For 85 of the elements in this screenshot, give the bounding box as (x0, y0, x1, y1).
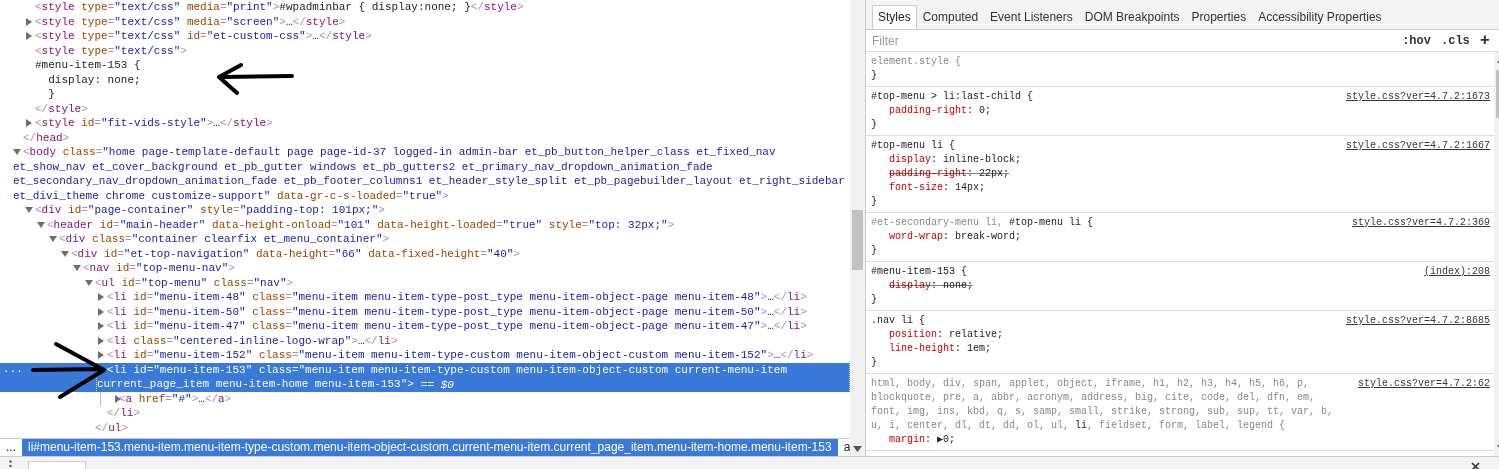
dom-node[interactable]: <li class="centered-inline-logo-wrap">…</li> (107, 333, 398, 348)
css-declaration[interactable]: word-wrap: break-word; (889, 231, 1022, 242)
dom-close-tag[interactable]: </ul> (95, 421, 128, 434)
collapsed-triangle-icon[interactable] (25, 17, 33, 26)
source-link[interactable]: style.css?ver=4.7.2:1673 (1346, 90, 1491, 104)
css-declaration[interactable]: position: relative; (889, 329, 1004, 340)
dom-node[interactable]: <nav id="top-menu-nav"> (83, 261, 235, 276)
closing-brace: } (871, 357, 877, 368)
tab[interactable]: Event Listeners (984, 5, 1079, 29)
tab[interactable]: Styles (872, 5, 917, 29)
css-selector: .nav li { (871, 314, 926, 328)
dom-close-tag[interactable]: </style> (35, 102, 88, 115)
expanded-triangle-icon[interactable] (13, 148, 21, 156)
source-link[interactable]: style.css?ver=4.7.2:369 (1352, 216, 1491, 230)
collapsed-triangle-icon[interactable] (25, 32, 33, 40)
source-link[interactable]: style.css?ver=4.7.2:8685 (1346, 314, 1491, 328)
breadcrumb-item[interactable]: a (837, 439, 850, 456)
dom-node[interactable]: <div class="container clearfix et_menu_container"> (59, 232, 390, 247)
css-selector: #menu-item-153 { (871, 265, 968, 279)
expanded-triangle-icon[interactable] (25, 206, 33, 214)
source-link[interactable]: style.css?ver=4.7.2:1667 (1346, 139, 1491, 153)
collapsed-triangle-icon[interactable] (97, 351, 105, 359)
scrollbar[interactable] (1494, 52, 1499, 456)
dom-node[interactable]: <li id="menu-item-50" class="menu-item menu-item-type-post_type menu-item-object-page menu-item-50">…</li> (107, 304, 807, 319)
console-reference: == $0 (420, 378, 454, 393)
tab[interactable]: Properties (1185, 5, 1253, 29)
toolbar-button[interactable]: .cls (1436, 31, 1475, 50)
scroll-down-icon[interactable] (853, 446, 862, 452)
dom-node[interactable]: <style type="text/css" media="print">#wpadminbar { display:none; }</style> (35, 0, 524, 15)
expanded-triangle-icon[interactable] (37, 220, 45, 229)
dom-node[interactable]: <li id="menu-item-48" class="menu-item menu-item-type-post_type menu-item-object-page menu-item-48">…</li> (107, 290, 807, 305)
breadcrumb-item[interactable]: li#menu-item-153.menu-item.menu-item-type-custom.menu-item-object-custom.current-menu-item.current_page_item.menu-item-home.menu-item-153 (22, 439, 838, 456)
css-declaration[interactable]: margin: ▶0; (889, 434, 956, 445)
collapsed-triangle-icon[interactable] (97, 336, 105, 345)
closing-brace: } (871, 245, 877, 256)
collapsed-triangle-icon[interactable] (97, 293, 105, 301)
toolbar-button[interactable]: + (1474, 27, 1495, 54)
dom-node[interactable]: <style type="text/css" id="et-custom-css">…</style> (35, 29, 372, 44)
dom-node[interactable]: <li id="menu-item-47" class="menu-item menu-item-type-post_type menu-item-object-page menu-item-47">…</li> (107, 319, 807, 334)
toolbar-button[interactable]: :hov (1397, 31, 1436, 50)
tab[interactable]: Accessibility Properties (1252, 5, 1388, 29)
closing-brace: } (871, 70, 877, 81)
dom-node[interactable]: <ul id="top-menu" class="nav"> (95, 275, 294, 290)
css-selector: #et-secondary-menu li, #top-menu li { (871, 216, 1095, 230)
dom-node[interactable]: <style type="text/css"> (35, 43, 187, 58)
more-icon[interactable] (9, 460, 12, 469)
scrollbar[interactable] (850, 0, 865, 456)
dom-node[interactable]: <style type="text/css" media="screen">…</style> (35, 14, 346, 29)
collapsed-triangle-icon[interactable] (25, 119, 33, 127)
selection-highlight[interactable]: <li id="menu-item-153" class="menu-item menu-item-type-custom menu-item-object-custom current-menu-item current_page_item menu-item-home menu-item-153"> == $0 ... (0, 362, 850, 392)
css-selector: #top-menu > li:last-child { (871, 90, 1035, 104)
source-link[interactable]: style.css?ver=4.7.2:62 (1358, 377, 1491, 391)
more-button[interactable]: ... (0, 439, 22, 456)
dom-node[interactable]: <style id="fit-vids-style">…</style> (35, 116, 273, 131)
css-declaration[interactable]: font-size: 14px; (889, 182, 986, 193)
dom-node[interactable]: <body class="home page-template-default page page-id-37 logged-in admin-bar et_pb_button_helper_class et_fixed_nav et_show_nav et_cover_background et_pb_gutter windows et_pb_gutters2 et_primary_nav_dropdown_animation_fade et_secondary_nav_dropdown_animation_fade et_pb_footer_columns1 et_header_style_split et_pb_pagebuilder_layout et_right_sidebar et_divi_theme chrome customize-support" data-gr-c-s-loaded="true"> (13, 145, 849, 203)
close-icon[interactable] (1471, 462, 1480, 469)
dom-node[interactable]: <header id="main-header" data-height-onload="101" data-height-loaded="true" style="top: 32px;"> (47, 217, 675, 232)
collapsed-triangle-icon[interactable] (97, 307, 105, 316)
dom-node[interactable]: <div id="page-container" style="padding-top: 101px;"> (35, 203, 385, 218)
dom-close-tag[interactable]: </head> (23, 131, 70, 144)
closing-brace: } (871, 119, 877, 130)
css-selector: html, body, div, span, applet, object, iframe, h1, h2, h3, h4, h5, h6, p, blockquote, pre, a, abbr, acronym, address, big, cite, code, del, dfn, em, font, img, ins, kbd, q, s, samp, small, strike, strong, sub, sup, tt, var, b, u, i, center, dl, dt, dd, ol, ul, li, fieldset, form, label, legend { (871, 377, 1335, 433)
tab[interactable]: Computed (916, 5, 985, 29)
css-declaration[interactable]: padding-right: 0; (889, 105, 992, 116)
collapsed-triangle-icon[interactable] (97, 322, 105, 330)
expanded-triangle-icon[interactable] (73, 264, 81, 272)
expanded-triangle-icon[interactable] (61, 249, 69, 258)
css-declaration[interactable]: line-height: 1em; (889, 343, 992, 354)
more-button[interactable]: ... (3, 361, 23, 376)
expanded-triangle-icon[interactable] (85, 278, 93, 287)
dom-node[interactable]: <a href="#">…</a> (119, 391, 232, 406)
scrollbar-thumb[interactable] (852, 210, 863, 270)
closing-brace: } (871, 196, 877, 207)
css-selector: #top-menu li { (871, 139, 956, 153)
dom-node[interactable]: <div id="et-top-navigation" data-height="66" data-fixed-height="40"> (71, 246, 520, 261)
tab[interactable]: DOM Breakpoints (1078, 5, 1186, 29)
source-link[interactable]: (index):208 (1424, 265, 1491, 279)
dom-close-tag[interactable]: </li> (107, 407, 140, 419)
dom-node[interactable]: <li id="menu-item-152" class="menu-item menu-item-type-custom menu-item-object-custom menu-item-152">…</li> (107, 348, 814, 363)
css-selector: element.style { (871, 55, 962, 69)
closing-brace: } (871, 294, 877, 305)
expanded-triangle-icon[interactable] (49, 235, 57, 243)
text-content: #menu-item-153 { display: none; } (35, 59, 141, 100)
css-declaration[interactable]: display: inline-block; (889, 154, 1022, 165)
